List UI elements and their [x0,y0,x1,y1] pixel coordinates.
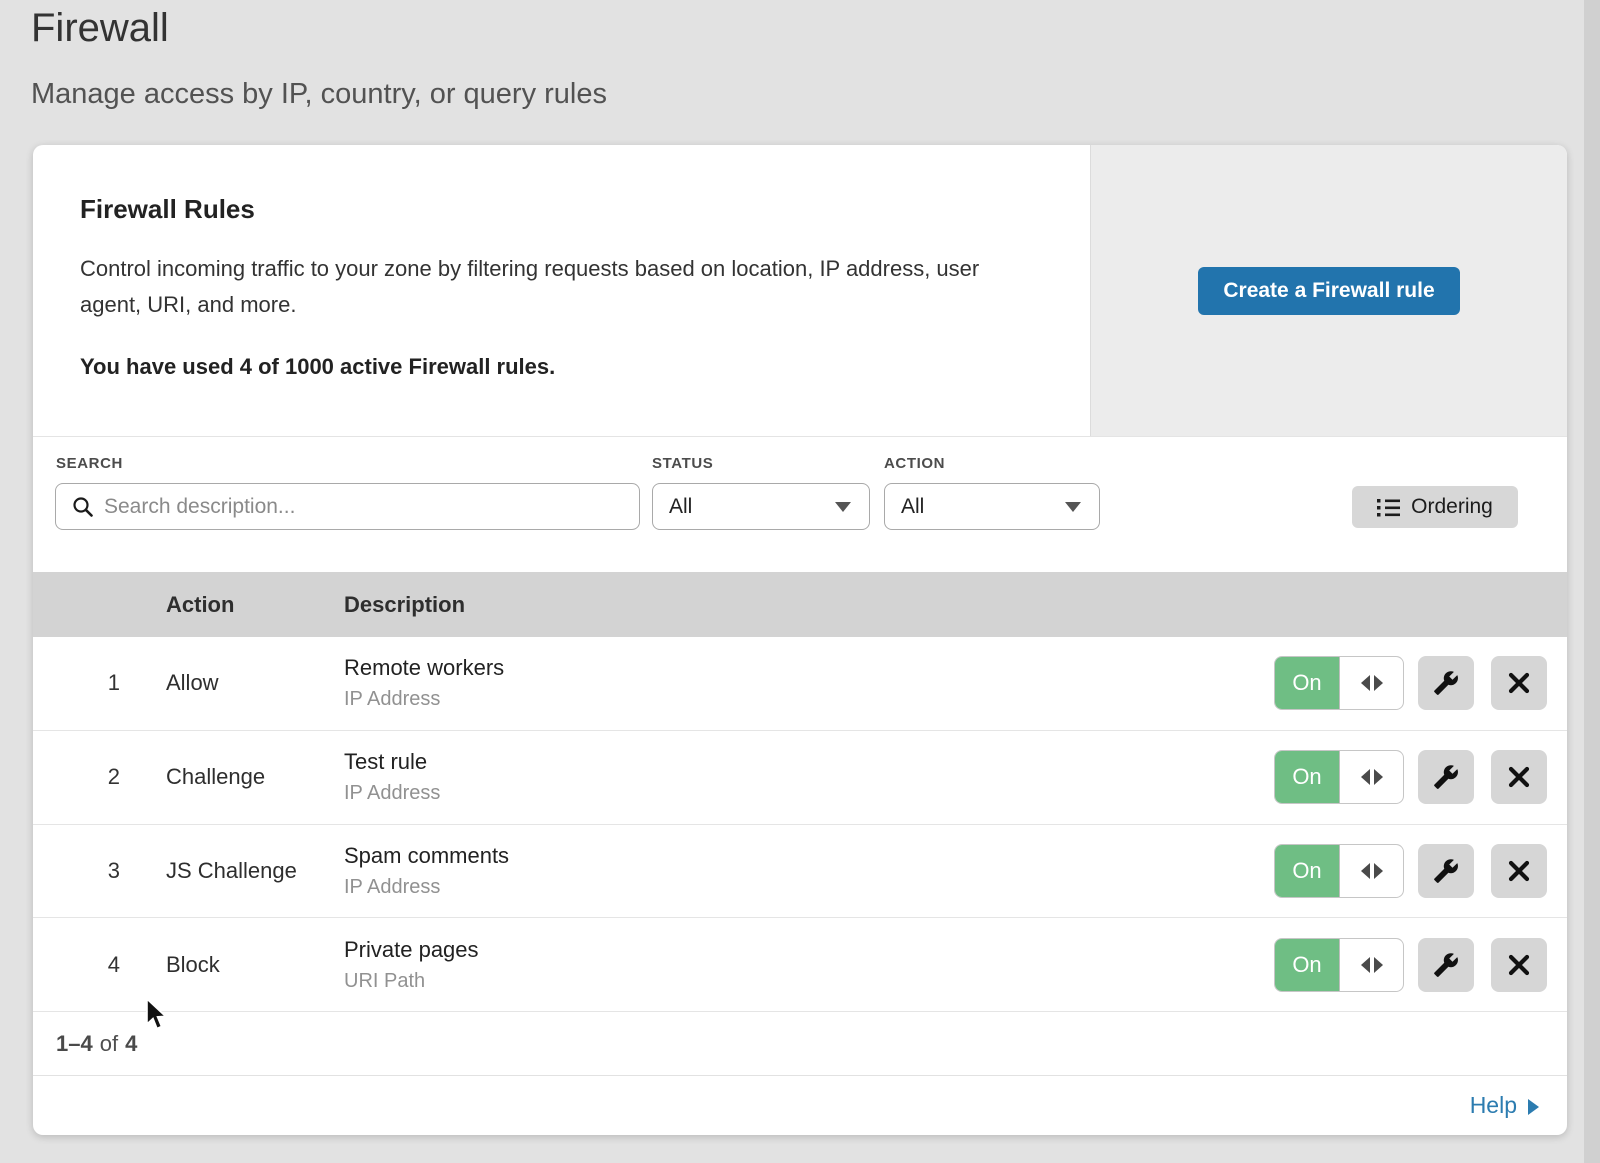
close-icon [1507,671,1531,695]
action-selected-value: All [901,495,924,519]
wrench-icon [1433,764,1459,790]
mouse-cursor [145,998,171,1032]
rule-controls: On [1274,844,1547,898]
rule-toggle[interactable]: On [1274,844,1404,898]
rule-priority: 3 [33,858,120,884]
toggle-on-label: On [1275,657,1340,709]
filter-bar: SEARCH STATUS All ACTION All [33,437,1567,572]
overview-section: Firewall Rules Control incoming traffic … [33,145,1567,437]
column-header-description: Description [344,592,465,618]
status-select[interactable]: All [652,483,870,530]
delete-rule-button[interactable] [1491,938,1547,992]
help-link[interactable]: Help [1470,1092,1539,1119]
rule-toggle[interactable]: On [1274,938,1404,992]
action-label: ACTION [884,455,945,472]
card-footer: Help [33,1075,1567,1135]
rule-action: Block [166,952,344,978]
rule-action: Allow [166,670,344,696]
page-subtitle: Manage access by IP, country, or query r… [31,78,607,111]
table-row: 4 Block Private pages URI Path On [33,918,1567,1012]
edit-rule-button[interactable] [1418,844,1474,898]
usage-summary: You have used 4 of 1000 active Firewall … [80,354,1050,380]
rule-description: Remote workers [344,655,1274,681]
toggle-on-label: On [1275,751,1340,803]
edit-rule-button[interactable] [1418,656,1474,710]
delete-rule-button[interactable] [1491,750,1547,804]
chevron-down-icon [835,502,851,512]
delete-rule-button[interactable] [1491,844,1547,898]
wrench-icon [1433,858,1459,884]
search-label: SEARCH [56,455,123,472]
toggle-on-label: On [1275,845,1340,897]
action-select[interactable]: All [884,483,1100,530]
pagination: 1–4 of 4 [33,1012,1567,1075]
rule-action: Challenge [166,764,344,790]
card-heading: Firewall Rules [80,194,1050,225]
rule-controls: On [1274,656,1547,710]
screen-right-edge [1584,0,1600,1163]
search-icon [72,496,94,518]
rule-match-field: IP Address [344,876,1274,899]
drag-handle-icon[interactable] [1340,751,1403,803]
rule-priority: 2 [33,764,120,790]
right-arrow-icon [1528,1099,1539,1115]
overview-text-panel: Firewall Rules Control incoming traffic … [33,145,1090,436]
rule-description: Private pages [344,937,1274,963]
search-input[interactable] [55,483,640,530]
status-label: STATUS [652,455,713,472]
rule-description-cell: Test rule IP Address [344,749,1274,805]
table-row: 3 JS Challenge Spam comments IP Address … [33,825,1567,919]
ordering-button-label: Ordering [1411,495,1493,519]
create-rule-panel: Create a Firewall rule [1090,145,1567,436]
page-title: Firewall [31,6,169,51]
rule-description-cell: Spam comments IP Address [344,843,1274,899]
card-description: Control incoming traffic to your zone by… [80,251,1040,322]
rule-priority: 4 [33,952,120,978]
table-row: 1 Allow Remote workers IP Address On [33,637,1567,731]
delete-rule-button[interactable] [1491,656,1547,710]
status-selected-value: All [669,495,692,519]
help-link-label: Help [1470,1092,1517,1119]
pagination-range: 1–4 [56,1031,93,1057]
pagination-total: 4 [125,1031,137,1057]
table-row: 2 Challenge Test rule IP Address On [33,731,1567,825]
rule-controls: On [1274,938,1547,992]
rule-toggle[interactable]: On [1274,656,1404,710]
search-field-wrapper [55,483,640,530]
rule-action: JS Challenge [166,858,344,884]
rule-description-cell: Remote workers IP Address [344,655,1274,711]
rule-match-field: IP Address [344,688,1274,711]
drag-handle-icon[interactable] [1340,939,1403,991]
edit-rule-button[interactable] [1418,938,1474,992]
rule-toggle[interactable]: On [1274,750,1404,804]
chevron-down-icon [1065,502,1081,512]
ordered-list-icon [1377,498,1400,517]
toggle-on-label: On [1275,939,1340,991]
rule-description: Spam comments [344,843,1274,869]
rule-description: Test rule [344,749,1274,775]
rule-match-field: URI Path [344,970,1274,993]
close-icon [1507,953,1531,977]
rule-priority: 1 [33,670,120,696]
close-icon [1507,859,1531,883]
ordering-button[interactable]: Ordering [1352,486,1518,528]
create-firewall-rule-button[interactable]: Create a Firewall rule [1198,267,1459,315]
drag-handle-icon[interactable] [1340,845,1403,897]
wrench-icon [1433,952,1459,978]
edit-rule-button[interactable] [1418,750,1474,804]
column-header-action: Action [166,592,344,618]
wrench-icon [1433,670,1459,696]
pagination-of: of [100,1031,118,1057]
firewall-rules-card: Firewall Rules Control incoming traffic … [33,145,1567,1135]
table-header: Action Description [33,572,1567,637]
close-icon [1507,765,1531,789]
rule-description-cell: Private pages URI Path [344,937,1274,993]
drag-handle-icon[interactable] [1340,657,1403,709]
rule-controls: On [1274,750,1547,804]
rule-match-field: IP Address [344,782,1274,805]
